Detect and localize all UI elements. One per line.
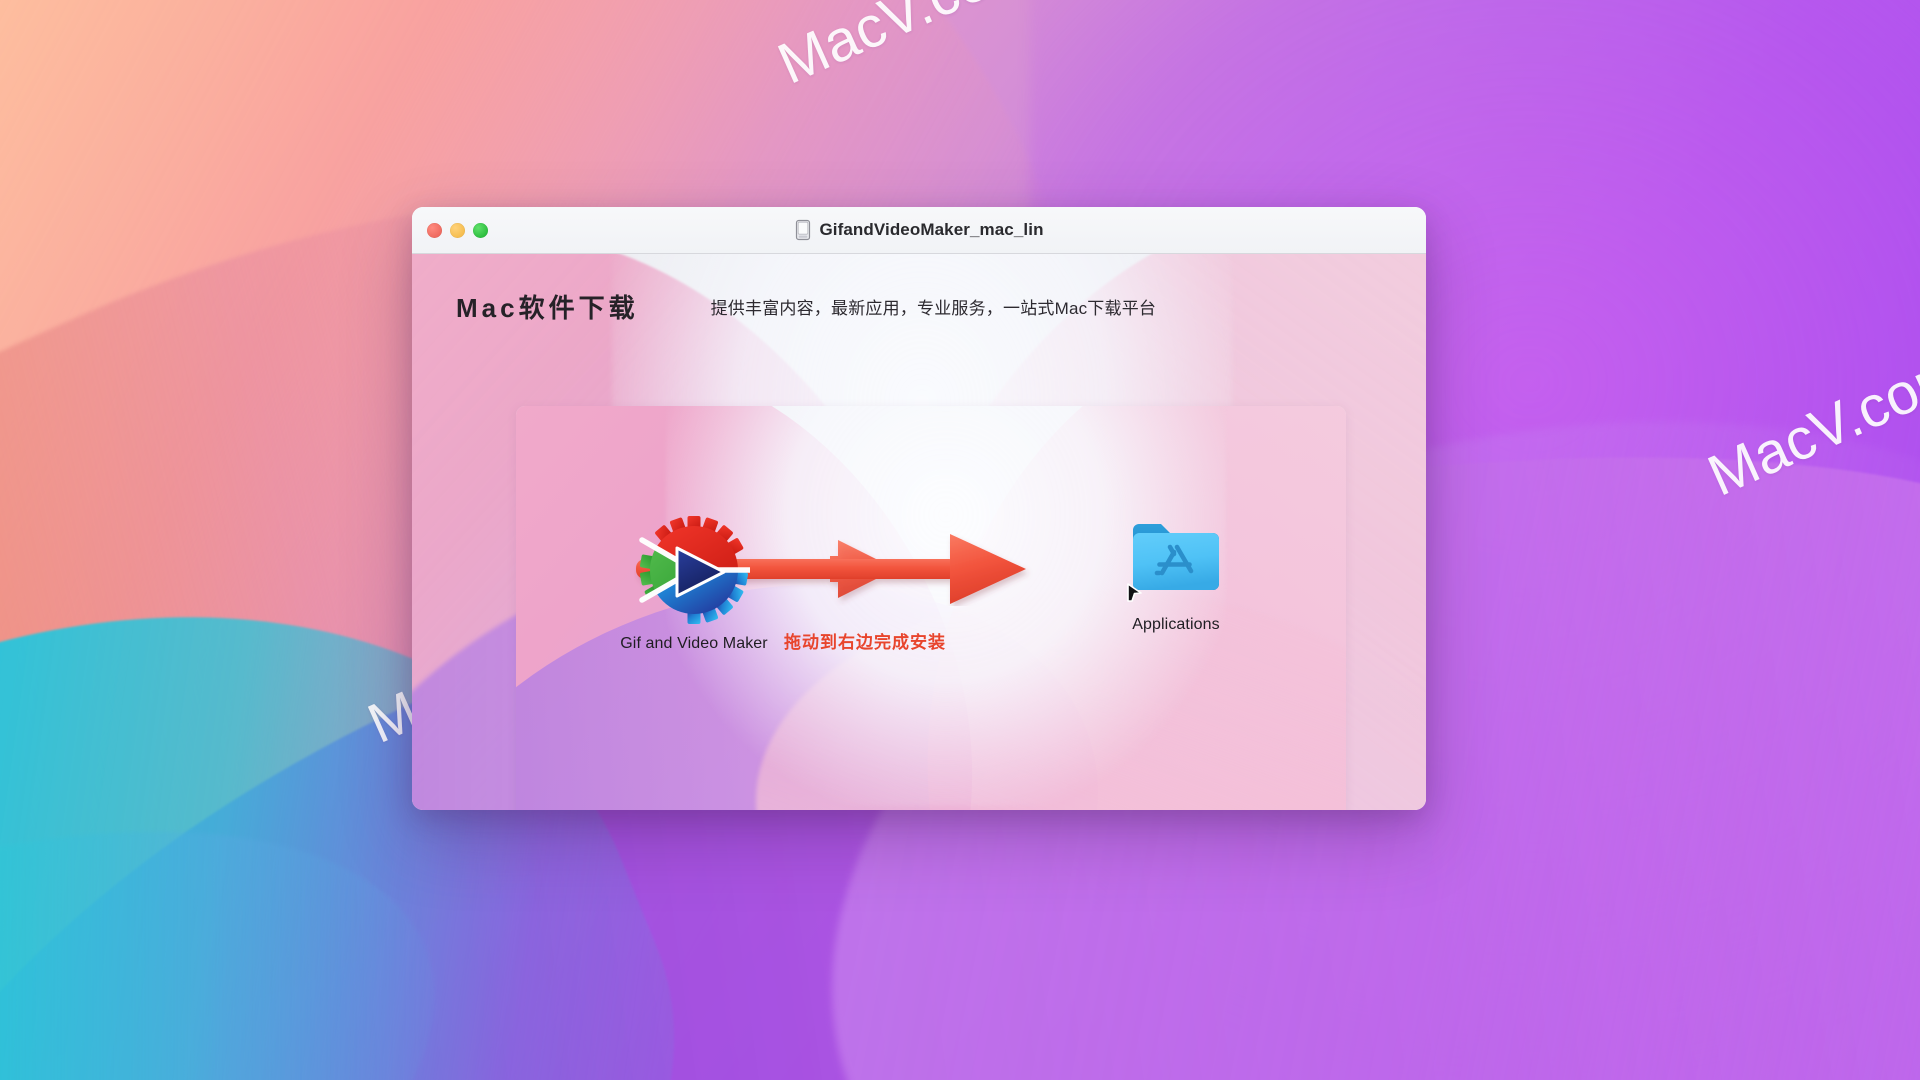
desktop-background: MacV.com MacV.com MacV.com GifandVideoMa… xyxy=(0,0,1920,1080)
install-drop-panel: 拖动到右边完成安装 Gif and Video Maker Applicatio… xyxy=(516,406,1346,810)
close-button[interactable] xyxy=(427,222,442,238)
window-title-text: GifandVideoMaker_mac_lin xyxy=(819,220,1044,239)
brand-tagline: 提供丰富内容，最新应用，专业服务，一站式Mac下载平台 xyxy=(710,298,1157,318)
applications-label: Applications xyxy=(1132,616,1220,633)
dmg-header-row: Mac软件下载 提供丰富内容，最新应用，专业服务，一站式Mac下载平台 xyxy=(412,254,1426,358)
zoom-button[interactable] xyxy=(473,222,488,238)
gear-play-app-icon[interactable] xyxy=(638,514,750,626)
disk-drive-icon xyxy=(796,219,811,241)
brand-title: Mac软件下载 xyxy=(456,292,639,323)
dmg-installer-window[interactable]: GifandVideoMaker_mac_lin Mac软件下载 提供丰富内容，… xyxy=(412,207,1426,810)
applications-folder-group[interactable]: Applications xyxy=(1026,516,1326,634)
watermark-top: MacV.com xyxy=(768,0,1045,97)
window-titlebar[interactable]: GifandVideoMaker_mac_lin xyxy=(412,207,1426,254)
traffic-light-buttons xyxy=(427,222,488,238)
watermark-right: MacV.com xyxy=(1698,338,1920,509)
dmg-window-body: Mac软件下载 提供丰富内容，最新应用，专业服务，一站式Mac下载平台 拖动到右… xyxy=(412,254,1426,810)
alias-arrow-badge xyxy=(1127,583,1142,602)
applications-icon-wrapper[interactable] xyxy=(1127,516,1223,607)
drag-hint-text: 拖动到右边完成安装 xyxy=(784,633,946,652)
minimize-button[interactable] xyxy=(450,222,465,238)
window-title-group: GifandVideoMaker_mac_lin xyxy=(412,219,1426,241)
